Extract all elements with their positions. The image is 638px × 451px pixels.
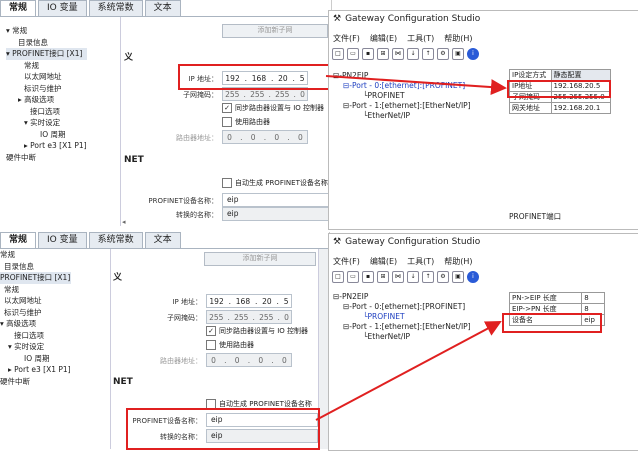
arrow-device-name-to-gateway [315, 321, 502, 421]
annotation-arrows [315, 75, 507, 421]
arrow-ip-to-gateway [325, 75, 507, 96]
